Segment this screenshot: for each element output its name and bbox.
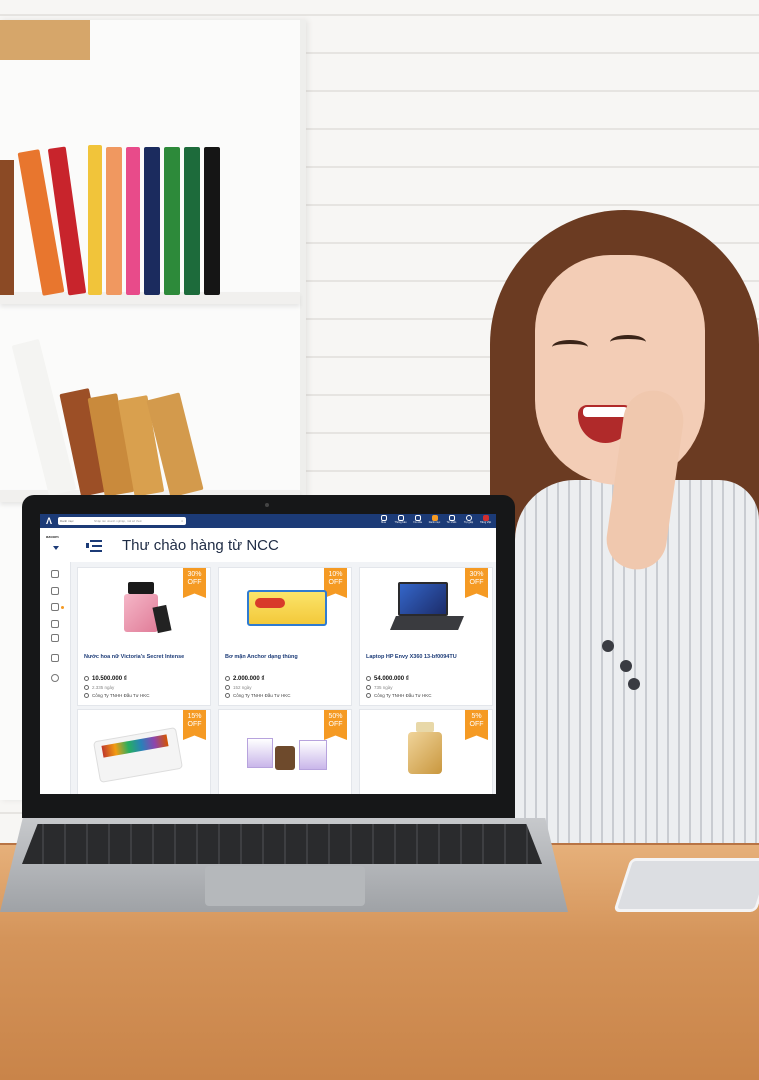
toolbar-requests[interactable]: Yêu cầu	[411, 515, 424, 525]
store-icon	[225, 693, 230, 699]
coin-icon	[84, 676, 89, 681]
notification-dot	[61, 606, 64, 609]
perfume-icon	[128, 582, 154, 594]
product-card[interactable]: 30% OFF Nước hoa nữ Victoria's Secret Int…	[77, 567, 211, 706]
app-logo-icon[interactable]: Λ	[44, 516, 54, 526]
lightbulb-icon[interactable]	[51, 674, 59, 682]
eye	[610, 335, 646, 349]
perfume-gold-icon	[408, 732, 442, 774]
eye	[552, 340, 588, 354]
product-price: 54.000.000 ₫	[366, 676, 409, 682]
toolbar-notifications[interactable]: Thông báo	[394, 515, 407, 525]
menu-toggle-icon[interactable]	[86, 540, 102, 552]
product-price: 2.000.000 ₫	[225, 676, 264, 682]
books-row-bottom	[11, 330, 250, 498]
product-card[interactable]: 30% OFF Laptop HP Envy X360 13-bf0094TU 5…	[359, 567, 493, 706]
clock-icon	[225, 685, 230, 691]
laptop-keyboard	[22, 824, 542, 864]
toolbar-messages[interactable]: Tin nhắn	[445, 515, 458, 525]
page-header: Thư chào hàng từ NCC	[70, 528, 496, 562]
discount-badge: 30% OFF	[465, 568, 488, 598]
search-scope-select[interactable]: Danh mục	[60, 517, 74, 525]
toolbar-language[interactable]: Tiếng Việt	[479, 515, 492, 525]
sidebar: azoom	[40, 528, 71, 794]
toolbar-buy[interactable]: Mua	[377, 515, 390, 525]
clear-search-icon[interactable]: ×	[181, 517, 183, 525]
product-lead-time: 2.335 ngày	[84, 685, 114, 691]
perfume-cap	[416, 722, 434, 732]
butter-logo	[255, 598, 285, 608]
teeth	[583, 407, 628, 417]
search-input[interactable]: Nhập tên doanh nghiệp, mã số thuế	[94, 517, 142, 525]
product-card[interactable]: 50% OFF	[218, 709, 352, 794]
tablet-device	[613, 858, 759, 912]
book-edge	[0, 160, 14, 295]
coin-icon	[225, 676, 230, 681]
coin-icon	[366, 676, 371, 681]
settings-icon[interactable]	[51, 570, 59, 578]
supplement-bottle	[275, 746, 295, 770]
jacket-button	[620, 660, 632, 672]
product-lead-time: 152 ngày	[225, 685, 252, 691]
globe-icon[interactable]	[51, 587, 59, 595]
product-price: 10.500.000 ₫	[84, 676, 127, 682]
clock-icon	[366, 685, 371, 691]
product-name[interactable]: Laptop HP Envy X360 13-bf0094TU	[366, 654, 457, 660]
shelf-decor	[0, 20, 90, 60]
store-icon	[366, 693, 371, 699]
search-bar[interactable]: Danh mục Nhập tên doanh nghiệp, mã số th…	[58, 517, 186, 525]
product-lead-time: 735 ngày	[366, 685, 393, 691]
home-icon[interactable]	[51, 620, 59, 628]
product-seller: Công Ty TNHH Đầu Tư HKC	[84, 693, 150, 699]
document-icon[interactable]	[51, 634, 59, 642]
butter-icon	[247, 590, 327, 626]
discount-badge: 30% OFF	[183, 568, 206, 598]
cart-icon[interactable]	[51, 603, 59, 611]
product-card[interactable]: 10% OFF Bơ mặn Anchor dạng thùng 2.000.00…	[218, 567, 352, 706]
laptop-keyboard-part	[390, 616, 464, 630]
product-seller: Công Ty TNHH Đầu Tư HKC	[225, 693, 291, 699]
toolbar-catalog[interactable]: Danh mục	[428, 515, 441, 525]
clock-icon	[84, 685, 89, 691]
top-navigation-bar: Λ Danh mục Nhập tên doanh nghiệp, mã số …	[40, 514, 496, 528]
toolbar-icons: Mua Thông báo Yêu cầu Danh mục Tin nhắn …	[377, 515, 492, 525]
toolbar-help[interactable]: Trợ giúp	[462, 515, 475, 525]
brand-logo: azoom	[46, 534, 59, 539]
discount-badge: 5% OFF	[465, 710, 488, 740]
jacket-button	[602, 640, 614, 652]
laptop-icon	[398, 582, 448, 616]
product-name[interactable]: Nước hoa nữ Victoria's Secret Intense	[84, 654, 184, 660]
supplement-icon	[247, 738, 273, 768]
product-card[interactable]: 15% OFF	[77, 709, 211, 794]
discount-badge: 50% OFF	[324, 710, 347, 740]
chevron-down-icon[interactable]	[53, 546, 59, 550]
product-name[interactable]: Bơ mặn Anchor dạng thùng	[225, 654, 298, 660]
page-title: Thư chào hàng từ NCC	[122, 537, 279, 554]
laptop-screen: Λ Danh mục Nhập tên doanh nghiệp, mã số …	[40, 514, 496, 794]
laptop-trackpad	[205, 866, 365, 906]
discount-badge: 10% OFF	[324, 568, 347, 598]
webcam-icon	[265, 503, 269, 507]
discount-badge: 15% OFF	[183, 710, 206, 740]
jacket-button	[628, 678, 640, 690]
books-row-top	[17, 140, 280, 296]
product-seller: Công Ty TNHH Đầu Tư HKC	[366, 693, 432, 699]
supplement-box	[299, 740, 327, 770]
store-icon	[84, 693, 89, 699]
grid-icon[interactable]	[51, 654, 59, 662]
product-card[interactable]: 5% OFF	[359, 709, 493, 794]
